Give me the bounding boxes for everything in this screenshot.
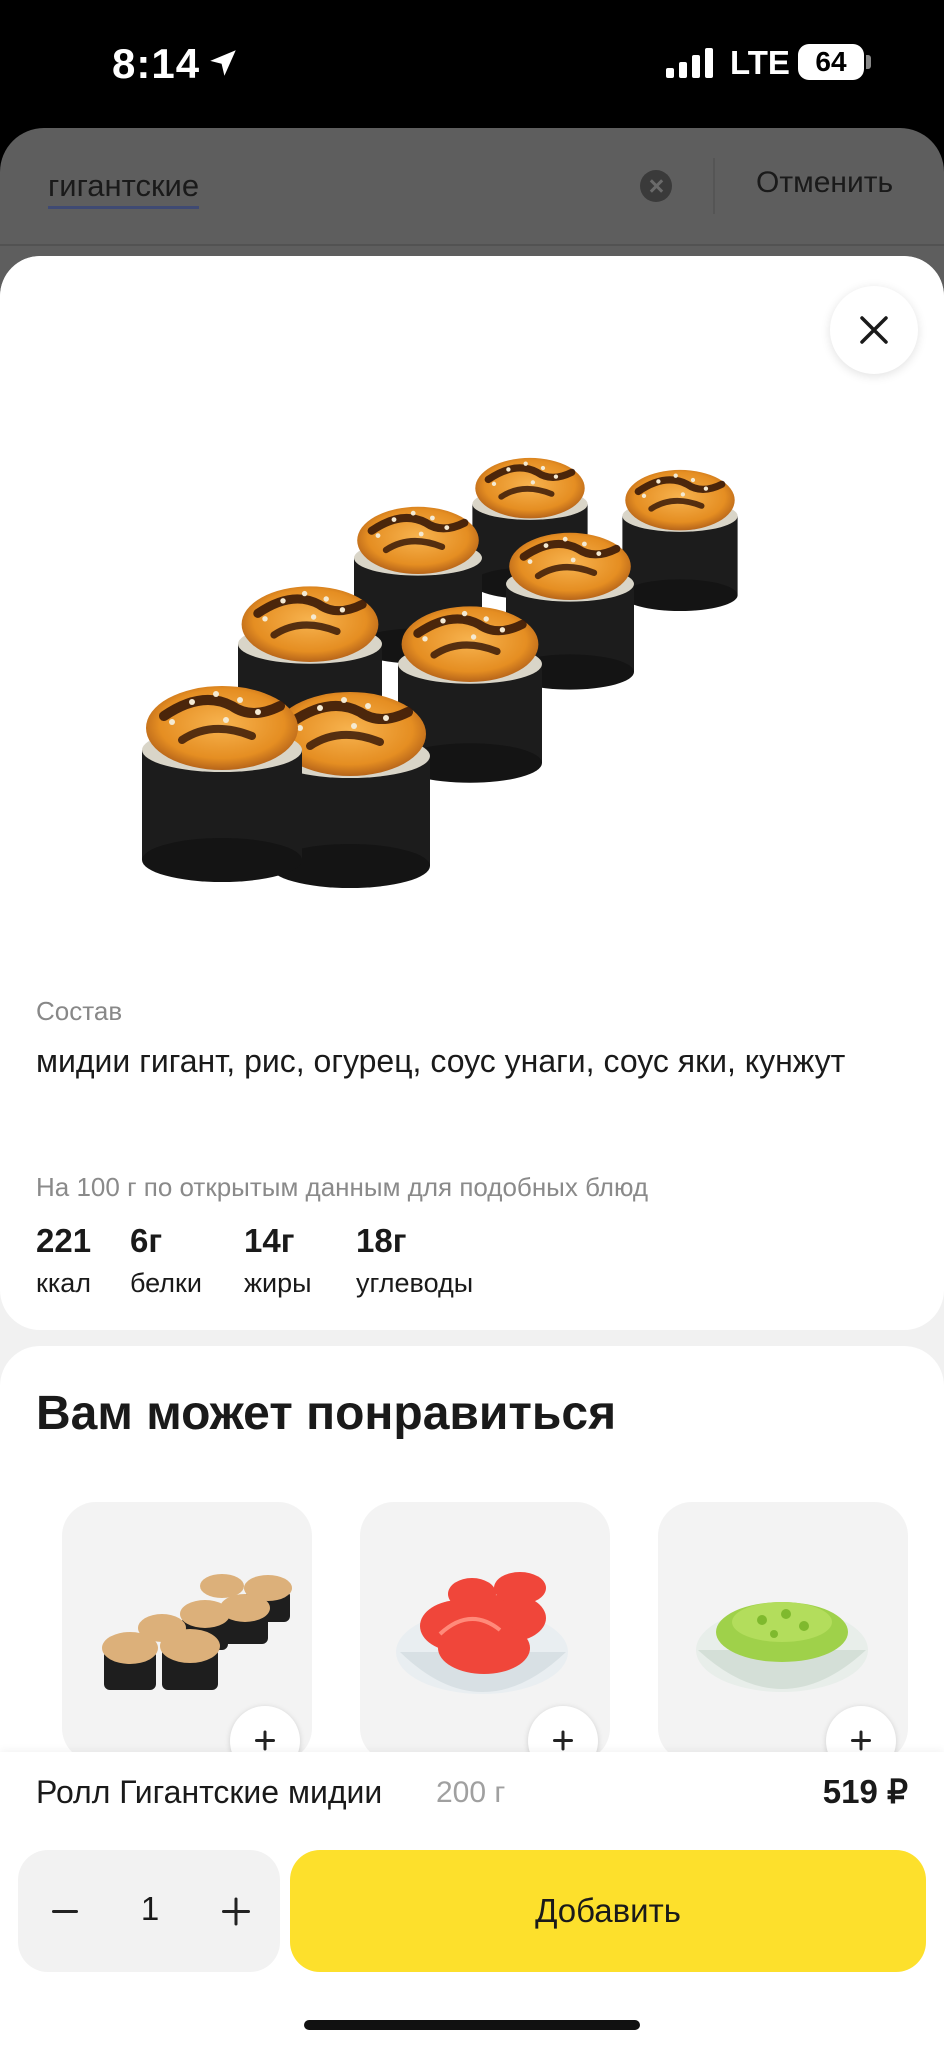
- search-input[interactable]: гигантские: [48, 168, 200, 209]
- product-price: 519 ₽: [822, 1773, 908, 1810]
- battery-tip: [866, 55, 871, 69]
- nutrition-fat: 14г жиры: [244, 1222, 312, 1299]
- product-weight: 200 г: [436, 1776, 506, 1809]
- search-divider: [713, 158, 715, 214]
- nutrition-carbs: 18г углеводы: [356, 1222, 473, 1299]
- clear-search-icon[interactable]: [640, 170, 672, 202]
- battery-icon: 64: [798, 44, 864, 80]
- nutrition-calories: 221 ккал: [36, 1222, 91, 1299]
- product-name: Ролл Гигантские мидии: [36, 1774, 383, 1810]
- status-bar: 8:14 LTE 64: [0, 0, 944, 128]
- nutrition-value: 18г: [356, 1222, 407, 1259]
- location-arrow-icon: [210, 50, 236, 76]
- decrease-quantity-button[interactable]: [48, 1896, 84, 1926]
- increase-quantity-button[interactable]: [218, 1896, 254, 1926]
- nutrition-label: углеводы: [356, 1268, 474, 1298]
- add-to-cart-button[interactable]: Добавить: [290, 1850, 926, 1972]
- quantity-value: 1: [140, 1890, 160, 1927]
- product-image: [100, 376, 844, 976]
- close-icon: [860, 316, 888, 344]
- recommendation-card[interactable]: [658, 1502, 908, 1762]
- cellular-signal-icon: [666, 48, 713, 78]
- recommendation-card[interactable]: [360, 1502, 610, 1762]
- header-divider: [0, 244, 944, 246]
- network-type: LTE: [730, 44, 790, 81]
- bottom-action-bar: Ролл Гигантские мидии 200 г 519 ₽ 1 Доба…: [0, 1752, 944, 2048]
- quantity-stepper: 1: [18, 1850, 280, 1972]
- composition-label: Состав: [36, 996, 123, 1026]
- nutrition-protein: 6г белки: [130, 1222, 202, 1299]
- recommendation-card[interactable]: [62, 1502, 312, 1762]
- nutrition-value: 14г: [244, 1222, 295, 1259]
- composition-text: мидии гигант, рис, огурец, соус унаги, с…: [36, 1043, 846, 1079]
- nutrition-label: белки: [130, 1268, 202, 1298]
- nutrition-note: На 100 г по открытым данным для подобных…: [36, 1172, 649, 1202]
- cancel-search-button[interactable]: Отменить: [756, 166, 893, 200]
- close-button[interactable]: [830, 286, 918, 374]
- status-time: 8:14: [112, 40, 201, 87]
- recommendations-title: Вам может понравиться: [36, 1387, 617, 1440]
- nutrition-value: 221: [36, 1222, 92, 1259]
- nutrition-label: ккал: [36, 1268, 91, 1298]
- nutrition-label: жиры: [244, 1268, 312, 1298]
- home-indicator: [304, 2020, 640, 2030]
- product-card: Состав мидии гигант, рис, огурец, соус у…: [0, 256, 944, 1330]
- nutrition-value: 6г: [130, 1222, 163, 1259]
